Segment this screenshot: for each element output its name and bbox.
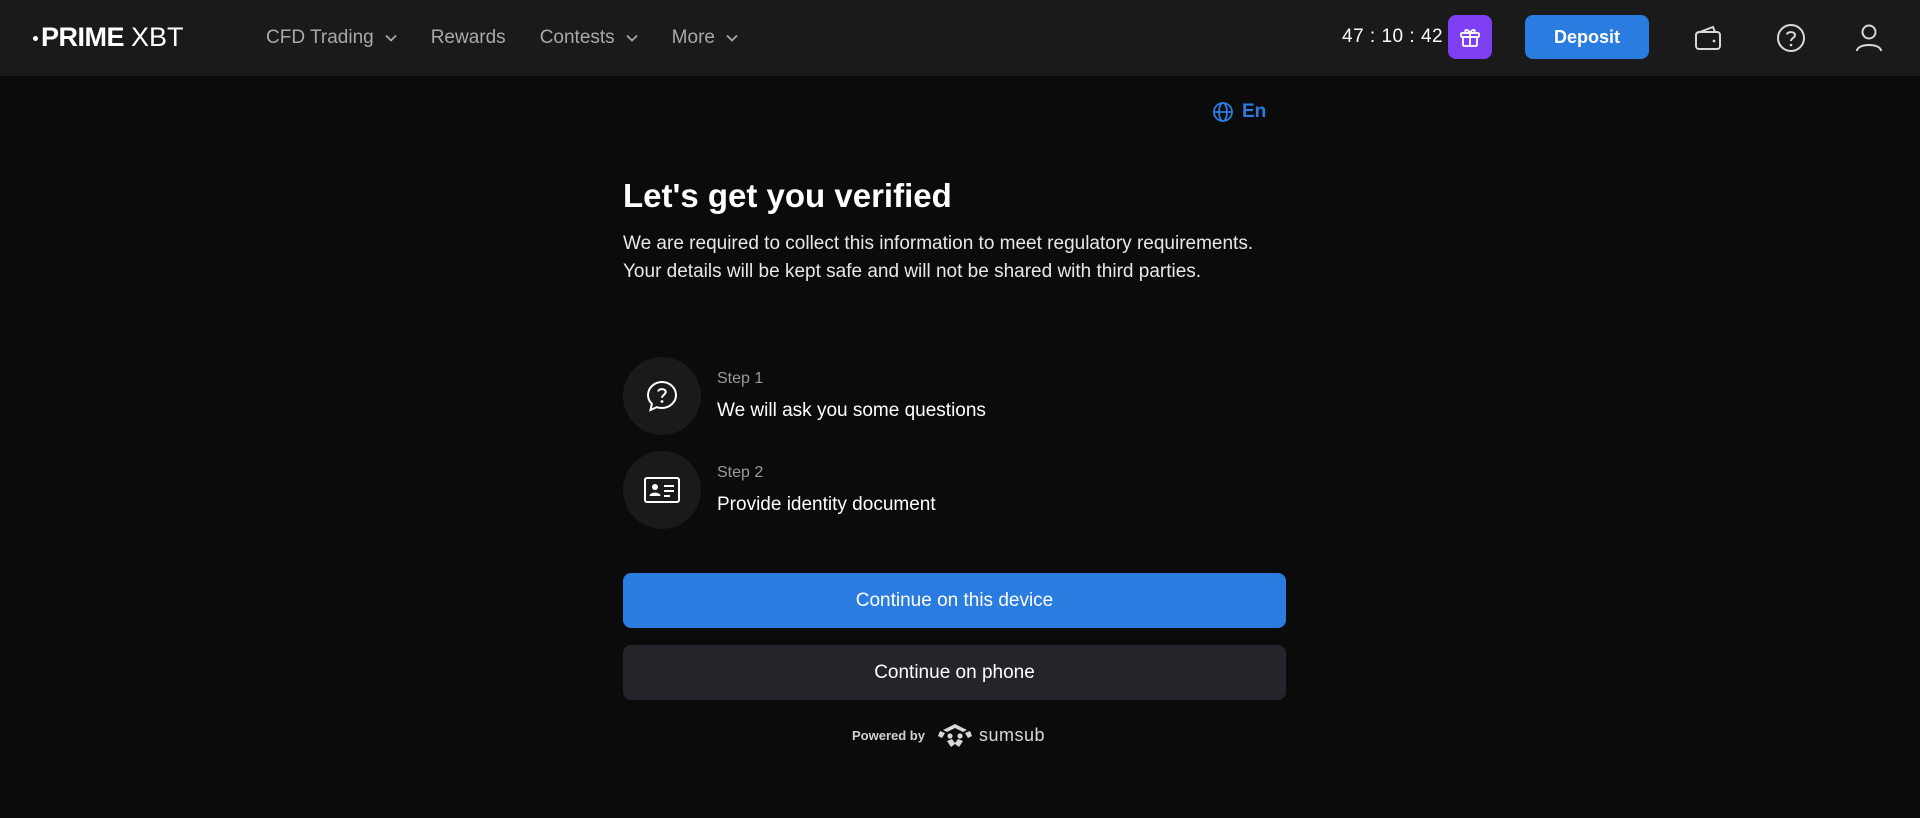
countdown-timer: 47 : 10 : 42: [1342, 26, 1444, 47]
page-title: Let's get you verified: [623, 177, 952, 214]
step-1-label: We will ask you some questions: [717, 400, 986, 421]
wallet-button[interactable]: [1690, 20, 1726, 56]
globe-icon: [1213, 102, 1233, 122]
main-nav: CFD Trading Rewards Contests More: [266, 0, 772, 76]
continue-on-this-device-button[interactable]: Continue on this device: [623, 573, 1286, 628]
nav-cfd-trading[interactable]: CFD Trading: [266, 27, 397, 49]
help-button[interactable]: [1773, 20, 1809, 56]
nav-contests-label: Contests: [539, 27, 615, 48]
step-2-icon-circle: [623, 451, 701, 529]
account-button[interactable]: [1851, 20, 1887, 56]
nav-rewards-label: Rewards: [430, 27, 506, 48]
top-navigation-bar: PRIME XBT CFD Trading Rewards Contests M…: [0, 0, 1920, 76]
step-1: Step 1 We will ask you some questions: [623, 357, 986, 435]
nav-more-label: More: [671, 27, 715, 48]
step-1-number: Step 1: [717, 370, 764, 387]
logo-text-main: PRIME: [41, 22, 125, 52]
chevron-down-icon: [626, 34, 638, 42]
chevron-down-icon: [726, 34, 738, 42]
chevron-down-icon: [385, 34, 397, 42]
gift-icon: [1460, 28, 1480, 47]
page-description: We are required to collect this informat…: [623, 233, 1254, 282]
step-2: Step 2 Provide identity document: [623, 451, 936, 529]
nav-cfd-trading-label: CFD Trading: [266, 27, 374, 48]
nav-rewards[interactable]: Rewards: [431, 27, 506, 49]
continue-on-phone-button[interactable]: Continue on phone: [623, 645, 1286, 700]
step-2-label: Provide identity document: [717, 494, 936, 515]
logo-dot: [33, 36, 38, 41]
powered-by-label: Powered by: [852, 727, 925, 743]
language-selector[interactable]: En: [1212, 101, 1266, 123]
sumsub-brand-text: sumsub: [978, 724, 1045, 745]
logo-text-sub: XBT: [131, 22, 184, 52]
id-card-icon: [644, 477, 680, 503]
step-1-icon-circle: [623, 357, 701, 435]
language-label: En: [1242, 101, 1267, 122]
powered-by-sumsub[interactable]: Powered by sumsub: [852, 722, 1045, 748]
gift-button[interactable]: [1448, 15, 1492, 59]
deposit-button[interactable]: Deposit: [1525, 15, 1649, 59]
nav-contests[interactable]: Contests: [540, 27, 638, 49]
step-2-number: Step 2: [717, 464, 764, 481]
wallet-icon: [1695, 25, 1721, 50]
help-icon: [1777, 24, 1805, 52]
question-bubble-icon: [646, 380, 678, 412]
sumsub-logo-icon: [937, 724, 972, 747]
nav-more[interactable]: More: [672, 27, 738, 49]
prime-xbt-logo[interactable]: PRIME XBT: [33, 22, 184, 53]
user-icon: [1856, 24, 1882, 52]
